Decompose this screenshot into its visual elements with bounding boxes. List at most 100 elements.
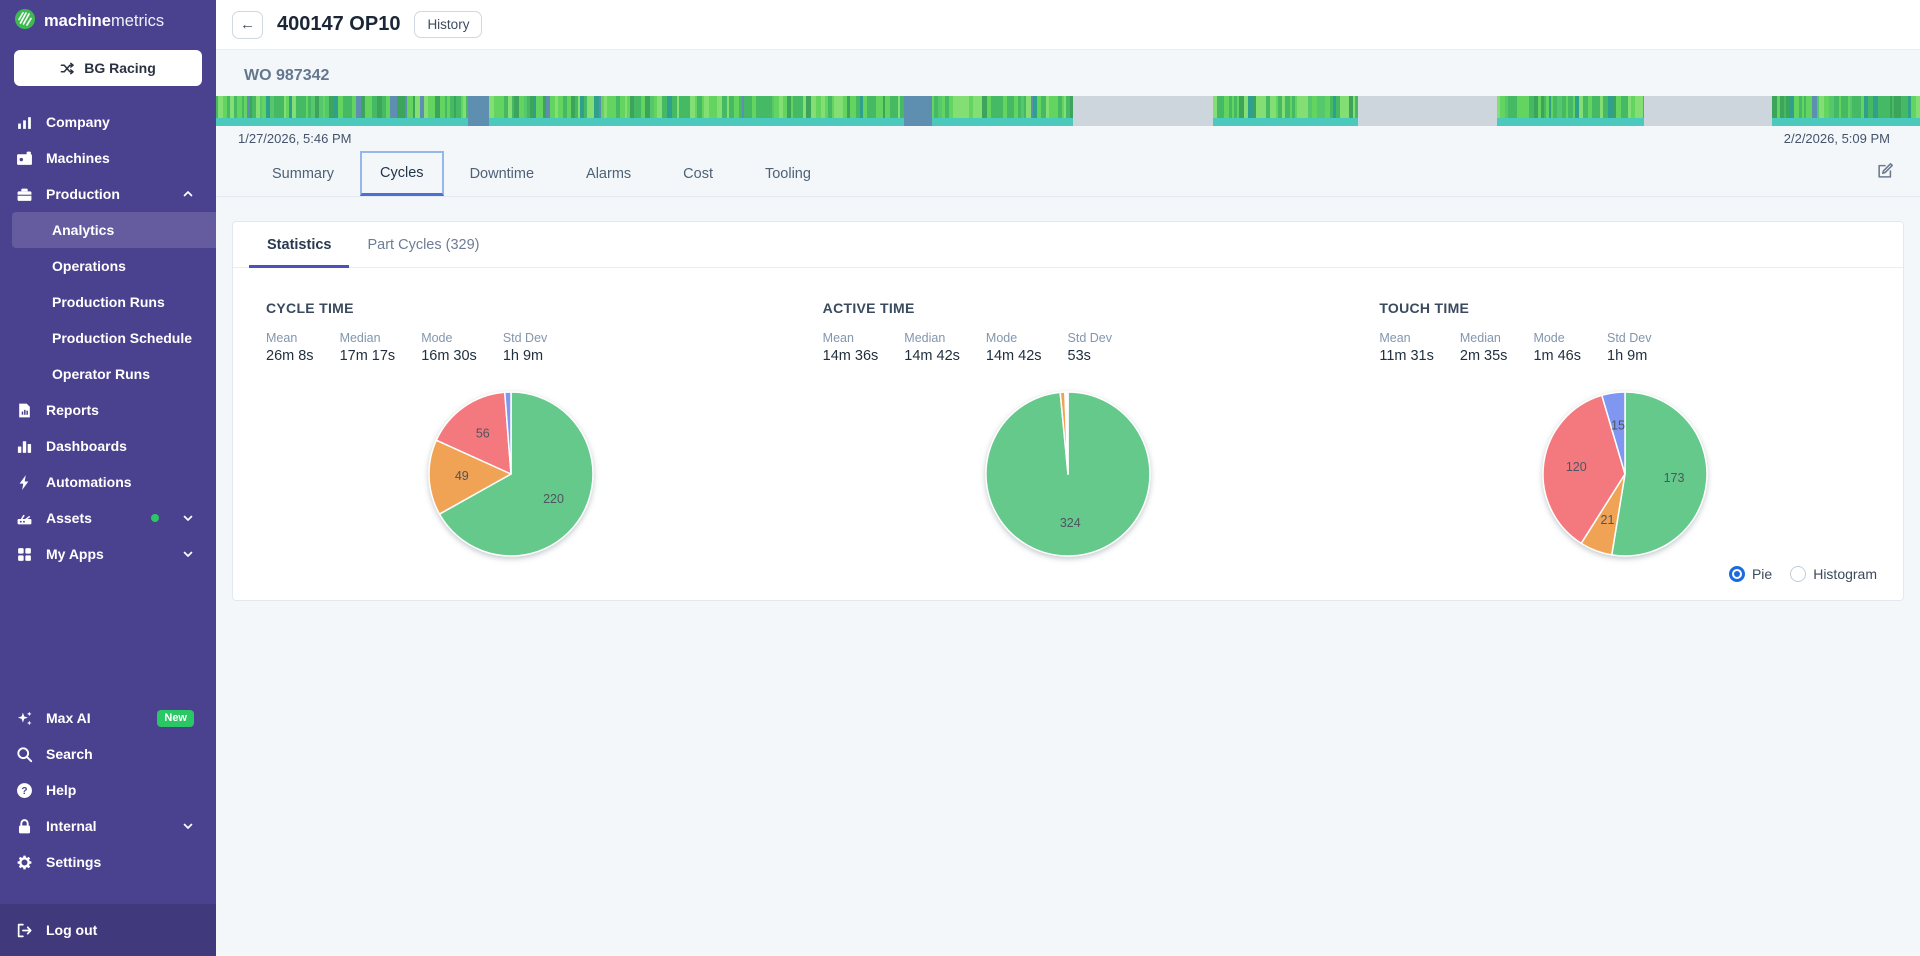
metrics-row: Mean11m 31sMedian2m 35sMode1m 46sStd Dev…: [1379, 331, 1903, 364]
sidebar-item-assets[interactable]: Assets: [0, 500, 216, 536]
timeline-segment-active: [932, 96, 1073, 126]
metric-label: Mean: [1379, 331, 1434, 345]
tab-tooling[interactable]: Tooling: [739, 151, 837, 196]
sidebar-item-production[interactable]: Production: [0, 176, 216, 212]
sidebar-item-reports[interactable]: Reports: [0, 392, 216, 428]
sidebar-item-help[interactable]: ?Help: [0, 772, 216, 808]
metric-std-dev: Std Dev 1h 9m: [503, 331, 547, 364]
pie-slice-label: 120: [1566, 460, 1587, 474]
pie-slice-label: 21: [1600, 513, 1614, 527]
radio-icon[interactable]: [1790, 566, 1806, 582]
metric-value: 1h 9m: [1607, 348, 1651, 364]
logout-label: Log out: [46, 922, 97, 938]
sidebar-item-internal[interactable]: Internal: [0, 808, 216, 844]
metric-label: Median: [904, 331, 960, 345]
card-tabs: StatisticsPart Cycles (329): [233, 222, 1903, 268]
chevron-down-icon: [182, 512, 194, 524]
gear-icon: [16, 854, 33, 871]
company-icon: [16, 114, 33, 131]
tab-downtime[interactable]: Downtime: [444, 151, 560, 196]
radio-label: Histogram: [1813, 566, 1877, 582]
metric-value: 26m 8s: [266, 348, 314, 364]
sidebar-item-dashboards[interactable]: Dashboards: [0, 428, 216, 464]
metrics-row: Mean14m 36sMedian14m 42sMode14m 42sStd D…: [823, 331, 1347, 364]
timeline-segment-active: [489, 96, 905, 126]
shuffle-icon: [60, 61, 75, 76]
metric-label: Mode: [421, 331, 477, 345]
tab-alarms[interactable]: Alarms: [560, 151, 657, 196]
pie-slice-label: 324: [1060, 516, 1081, 530]
metric-label: Std Dev: [503, 331, 547, 345]
sidebar-item-label: Production Schedule: [52, 330, 192, 346]
brand-logo[interactable]: machinemetrics: [0, 0, 216, 42]
pie-chart-touch-time[interactable]: 1732112015: [1346, 386, 1903, 562]
tab-summary[interactable]: Summary: [246, 151, 360, 196]
stat-section-touch-time: TOUCH TIMEMean11m 31sMedian2m 35sMode1m …: [1346, 300, 1903, 562]
section-title: CYCLE TIME: [266, 300, 790, 316]
sidebar-spacer: [0, 572, 216, 700]
machinemetrics-logo-icon: [14, 8, 36, 35]
production-icon: [16, 186, 33, 203]
metric-label: Mode: [1533, 331, 1581, 345]
metric-value: 17m 17s: [340, 348, 396, 364]
sidebar-item-operations[interactable]: Operations: [0, 248, 216, 284]
metric-value: 14m 36s: [823, 348, 879, 364]
sidebar-item-label: Production Runs: [52, 294, 165, 310]
workorder-label: WO 987342: [216, 50, 1920, 85]
sidebar-item-automations[interactable]: Automations: [0, 464, 216, 500]
timeline-segment-active: [216, 96, 468, 126]
radio-icon[interactable]: [1729, 566, 1745, 582]
tab-cost[interactable]: Cost: [657, 151, 739, 196]
metric-value: 14m 42s: [904, 348, 960, 364]
sidebar-item-search[interactable]: Search: [0, 736, 216, 772]
pie-chart-cycle-time[interactable]: 2204956: [233, 386, 790, 562]
sidebar-item-production-schedule[interactable]: Production Schedule: [0, 320, 216, 356]
metric-std-dev: Std Dev 1h 9m: [1607, 331, 1651, 364]
timeline-segment-gap: [1073, 96, 1213, 126]
pie-chart-active-time[interactable]: 324: [790, 386, 1347, 562]
metric-value: 1h 9m: [503, 348, 547, 364]
back-button[interactable]: ←: [232, 11, 263, 39]
metric-label: Std Dev: [1607, 331, 1651, 345]
metric-label: Std Dev: [1068, 331, 1112, 345]
sidebar-item-label: Production: [46, 186, 120, 202]
section-title: TOUCH TIME: [1379, 300, 1903, 316]
metric-mode: Mode1m 46s: [1533, 331, 1581, 364]
timeline-segment-gap: [1644, 96, 1772, 126]
machines-icon: [16, 150, 33, 167]
radio-histogram[interactable]: Histogram: [1790, 566, 1877, 582]
reports-icon: [16, 402, 33, 419]
metric-mean: Mean11m 31s: [1379, 331, 1434, 364]
sidebar-item-max-ai[interactable]: Max AINew: [0, 700, 216, 736]
history-button[interactable]: History: [414, 11, 482, 38]
stat-section-cycle-time: CYCLE TIMEMean26m 8sMedian17m 17sMode16m…: [233, 300, 790, 562]
card-tab-statistics[interactable]: Statistics: [249, 222, 349, 267]
timeline-dates: 1/27/2026, 5:46 PM 2/2/2026, 5:09 PM: [216, 126, 1920, 146]
chart-view-toggle: Pie Histogram: [233, 562, 1903, 600]
svg-text:?: ?: [21, 786, 27, 797]
radio-label: Pie: [1752, 566, 1772, 582]
sidebar-item-label: Internal: [46, 818, 97, 834]
sidebar-item-machines[interactable]: Machines: [0, 140, 216, 176]
edit-icon[interactable]: [1876, 162, 1894, 183]
sidebar-item-label: Search: [46, 746, 93, 762]
sidebar-item-operator-runs[interactable]: Operator Runs: [0, 356, 216, 392]
sidebar-item-production-runs[interactable]: Production Runs: [0, 284, 216, 320]
metric-mode: Mode16m 30s: [421, 331, 477, 364]
pie-slice[interactable]: [1611, 392, 1706, 556]
chevron-up-icon: [182, 188, 194, 200]
stats-grid: CYCLE TIMEMean26m 8sMedian17m 17sMode16m…: [233, 268, 1903, 562]
logout-button[interactable]: Log out: [0, 904, 216, 956]
sidebar-item-settings[interactable]: Settings: [0, 844, 216, 880]
org-switcher-button[interactable]: BG Racing: [14, 50, 202, 86]
sidebar-item-company[interactable]: Company: [0, 104, 216, 140]
detail-tabs: SummaryCyclesDowntimeAlarmsCostTooling: [216, 151, 1920, 197]
logout-icon: [16, 922, 33, 939]
metric-median: Median17m 17s: [340, 331, 396, 364]
sidebar-item-my-apps[interactable]: My Apps: [0, 536, 216, 572]
production-timeline[interactable]: [216, 96, 1920, 126]
radio-pie[interactable]: Pie: [1729, 566, 1772, 582]
sidebar-item-analytics[interactable]: Analytics: [12, 212, 216, 248]
tab-cycles[interactable]: Cycles: [360, 151, 444, 196]
card-tab-part-cycles-329[interactable]: Part Cycles (329): [349, 222, 497, 267]
